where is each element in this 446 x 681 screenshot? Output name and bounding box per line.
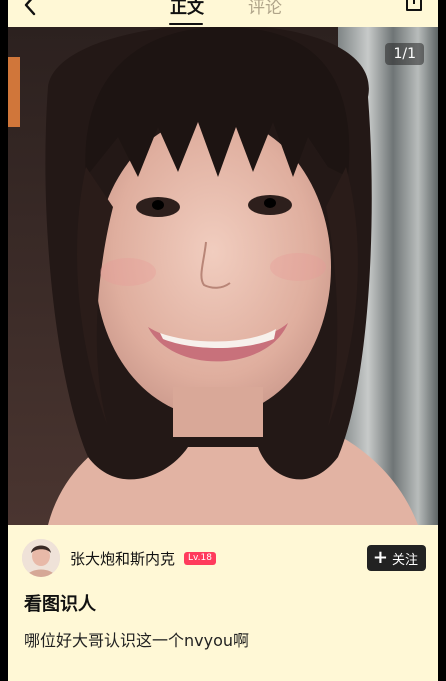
image-counter: 1/1 bbox=[385, 43, 424, 65]
tab-comments[interactable]: 评论 bbox=[248, 0, 282, 18]
plus-icon: + bbox=[372, 547, 388, 568]
post-body: 哪位好大哥认识这一个nvyou啊 bbox=[24, 631, 250, 650]
portrait-photo bbox=[8, 27, 438, 525]
follow-label: 关注 bbox=[391, 552, 418, 568]
follow-button[interactable]: + 关注 bbox=[366, 545, 426, 571]
back-arrow-icon[interactable] bbox=[18, 0, 44, 18]
post-detail-screen: 正文 评论 1/1 张大炮和斯内克 Lv.18 + 关注 看图识人 哪位好大哥认… bbox=[8, 0, 438, 681]
post-title: 看图识人 bbox=[24, 594, 96, 615]
author-row: 张大炮和斯内克 Lv.18 + 关注 bbox=[8, 535, 438, 579]
tab-main-text[interactable]: 正文 bbox=[170, 0, 204, 18]
avatar[interactable] bbox=[22, 539, 60, 577]
level-badge: Lv.18 bbox=[184, 552, 216, 565]
author-name[interactable]: 张大炮和斯内克 bbox=[70, 548, 175, 569]
top-nav-bar: 正文 评论 bbox=[8, 0, 438, 27]
active-tab-indicator bbox=[169, 23, 203, 25]
avatar-image bbox=[22, 539, 60, 577]
post-image[interactable]: 1/1 bbox=[8, 27, 438, 525]
share-icon[interactable] bbox=[402, 0, 426, 14]
